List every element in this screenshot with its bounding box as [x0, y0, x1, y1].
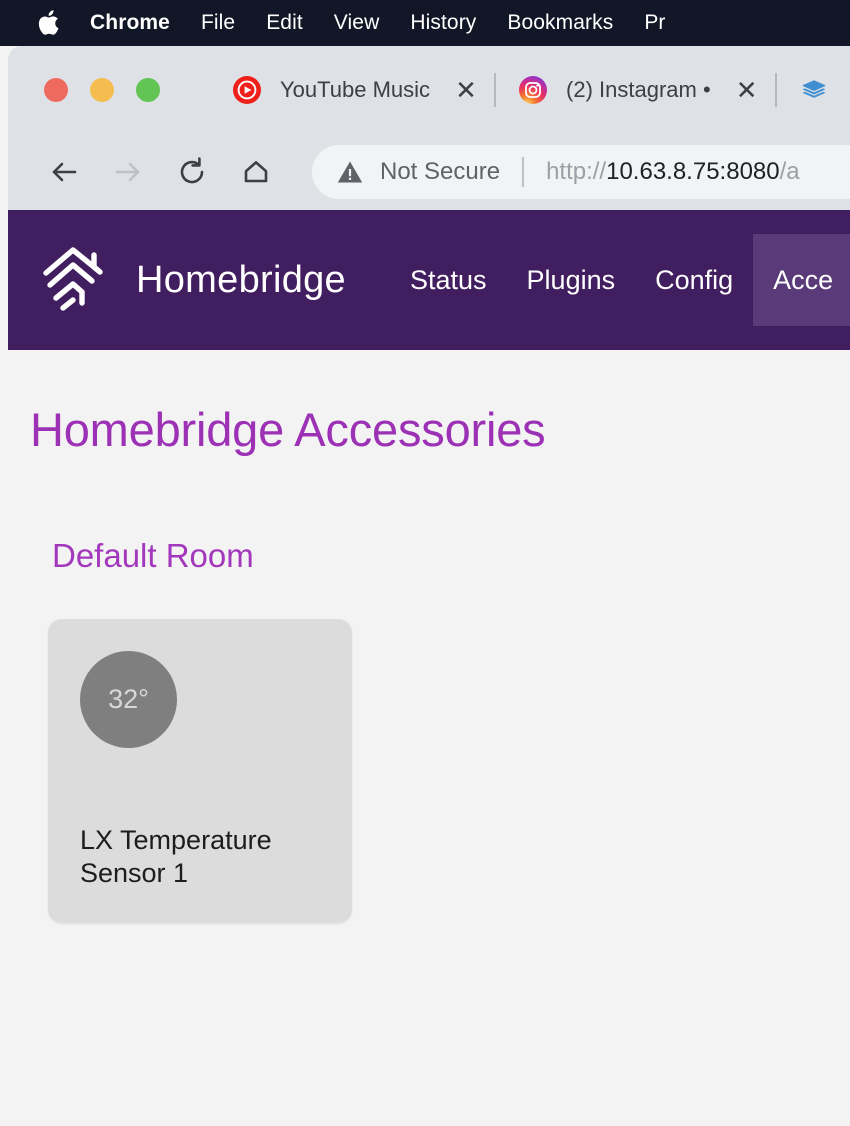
homebridge-house-icon: [36, 241, 114, 319]
chrome-window: YouTube Music ✕ (2) Instagram • ✕ Not Se…: [8, 46, 850, 1126]
security-status[interactable]: Not Secure: [336, 158, 500, 186]
accessory-name: LX Temperature Sensor 1: [80, 825, 272, 888]
tab-layers[interactable]: [785, 46, 850, 134]
omnibox-divider: [522, 157, 525, 187]
url-scheme: http://: [546, 158, 607, 185]
menu-item-profiles[interactable]: Pr: [644, 11, 665, 35]
browser-toolbar: Not Secure http://10.63.8.75:8080/a: [8, 134, 850, 210]
menu-item-edit[interactable]: Edit: [266, 11, 303, 35]
close-icon[interactable]: ✕: [733, 76, 761, 104]
temperature-badge[interactable]: 32°: [80, 651, 177, 748]
homebridge-navbar: Homebridge Status Plugins Config Acce: [8, 210, 850, 350]
minimize-window-button[interactable]: [90, 78, 114, 102]
forward-arrow-icon: [100, 144, 156, 200]
homebridge-brand[interactable]: Homebridge: [36, 241, 346, 319]
tabs-container: YouTube Music ✕ (2) Instagram • ✕: [218, 46, 850, 134]
page-viewport: Homebridge Status Plugins Config Acce Ho…: [8, 210, 850, 1126]
tab-separator: [494, 73, 497, 107]
maximize-window-button[interactable]: [136, 78, 160, 102]
menu-item-history[interactable]: History: [410, 11, 476, 35]
apple-logo-icon[interactable]: [36, 9, 60, 37]
security-label: Not Secure: [380, 158, 501, 185]
close-icon[interactable]: ✕: [452, 76, 480, 104]
menu-item-view[interactable]: View: [334, 11, 380, 35]
layers-stack-icon: [799, 75, 829, 105]
url-host: 10.63.8.75:8080: [606, 158, 780, 185]
nav-item-accessories[interactable]: Acce: [753, 234, 850, 326]
menu-item-bookmarks[interactable]: Bookmarks: [507, 11, 613, 35]
url-path: /a: [779, 158, 800, 185]
menu-item-file[interactable]: File: [201, 11, 235, 35]
macos-menu-bar: Chrome File Edit View History Bookmarks …: [0, 0, 850, 46]
close-window-button[interactable]: [44, 78, 68, 102]
accessory-grid: 32° LX Temperature Sensor 1: [48, 619, 850, 923]
page-title: Homebridge Accessories: [30, 403, 546, 456]
tab-instagram[interactable]: (2) Instagram • ✕: [504, 46, 767, 134]
temperature-value: 32°: [108, 684, 149, 714]
tab-title: YouTube Music: [280, 77, 431, 102]
reload-icon[interactable]: [164, 144, 220, 200]
accessory-tile[interactable]: 32° LX Temperature Sensor 1: [48, 619, 352, 923]
address-bar[interactable]: Not Secure http://10.63.8.75:8080/a: [312, 145, 850, 199]
nav-item-status[interactable]: Status: [390, 234, 507, 326]
nav-item-config[interactable]: Config: [635, 234, 753, 326]
warning-triangle-icon: [336, 158, 364, 186]
window-traffic-lights: [44, 46, 160, 134]
instagram-icon: [518, 75, 548, 105]
url-text[interactable]: http://10.63.8.75:8080/a: [546, 158, 800, 186]
tab-strip: YouTube Music ✕ (2) Instagram • ✕: [8, 46, 850, 134]
nav-item-plugins[interactable]: Plugins: [507, 234, 636, 326]
tab-youtube-music[interactable]: YouTube Music ✕: [218, 46, 486, 134]
menu-item-chrome[interactable]: Chrome: [90, 11, 170, 35]
homebridge-brand-name: Homebridge: [136, 258, 346, 301]
youtube-music-icon: [232, 75, 262, 105]
back-arrow-icon[interactable]: [36, 144, 92, 200]
home-icon[interactable]: [228, 144, 284, 200]
tab-separator: [774, 73, 777, 107]
homebridge-nav: Status Plugins Config Acce: [390, 234, 850, 326]
room-title: Default Room: [52, 537, 254, 574]
page-content: Homebridge Accessories Default Room 32° …: [8, 350, 850, 923]
tab-title: (2) Instagram •: [566, 77, 711, 102]
